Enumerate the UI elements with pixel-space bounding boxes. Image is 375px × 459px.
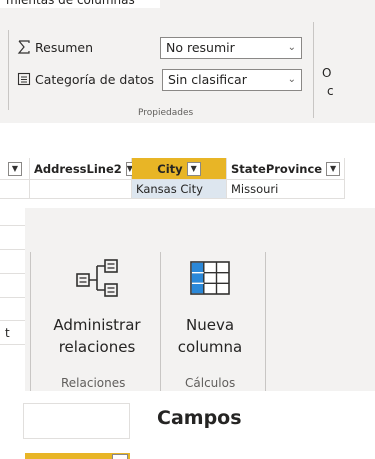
new-column-label: Nueva bbox=[185, 316, 235, 334]
chevron-down-icon: ⌄ bbox=[287, 42, 296, 53]
ribbon-divider bbox=[265, 252, 266, 392]
table-cell-cut-text: t bbox=[5, 326, 10, 340]
manage-relationships-button[interactable]: Administrar relaciones bbox=[39, 256, 155, 358]
checkbox[interactable] bbox=[112, 454, 128, 459]
fields-pane-title: Campos bbox=[157, 407, 242, 429]
summary-row: Resumen bbox=[16, 36, 93, 58]
new-column-button[interactable]: Nueva columna bbox=[165, 256, 255, 358]
calculations-group-label: Cálculos bbox=[185, 376, 236, 390]
column-header-label: AddressLine2 bbox=[34, 161, 122, 176]
sigma-icon bbox=[16, 39, 32, 55]
column-header-stateprovince[interactable]: StateProvince ▼ bbox=[227, 158, 345, 180]
column-header-prev[interactable]: ▼ bbox=[0, 158, 30, 180]
summary-value: No resumir bbox=[166, 40, 235, 55]
data-category-row: Categoría de datos bbox=[16, 68, 154, 90]
table-cell-city[interactable]: Kansas City bbox=[132, 180, 227, 199]
column-header-city[interactable]: City ▼ bbox=[132, 158, 227, 180]
ribbon-tab-strip: mientas de columnas bbox=[0, 0, 375, 8]
data-category-icon bbox=[16, 71, 32, 87]
relations-group-label: Relaciones bbox=[61, 376, 126, 390]
ribbon-divider bbox=[30, 252, 31, 392]
chevron-down-icon[interactable]: ▼ bbox=[326, 161, 341, 176]
chevron-down-icon: ⌄ bbox=[287, 74, 296, 85]
manage-relationships-icon bbox=[39, 256, 155, 302]
data-category-label: Categoría de datos bbox=[35, 71, 155, 87]
table-cell[interactable] bbox=[30, 180, 132, 199]
chevron-down-icon[interactable]: ▼ bbox=[186, 161, 201, 176]
new-column-label: columna bbox=[177, 338, 243, 356]
column-header-addressline2[interactable]: AddressLine2 ▼ bbox=[30, 158, 134, 180]
summary-label: Resumen bbox=[35, 39, 94, 55]
data-category-select[interactable]: Sin clasificar ⌄ bbox=[162, 69, 302, 91]
fields-pane: Campos bbox=[23, 391, 375, 459]
zoomed-ribbon: Administrar relaciones Relaciones Nueva … bbox=[23, 208, 375, 459]
ribbon-cut-text: c bbox=[327, 84, 334, 98]
properties-group-label: Propiedades bbox=[138, 108, 194, 118]
new-column-icon bbox=[165, 256, 255, 302]
table-cell-state[interactable]: Missouri bbox=[227, 180, 345, 199]
ribbon-divider bbox=[160, 252, 161, 392]
table-cell[interactable] bbox=[0, 180, 30, 199]
column-header-label: City bbox=[157, 161, 183, 176]
manage-relationships-label: relaciones bbox=[58, 338, 136, 356]
tab-column-tools[interactable]: mientas de columnas bbox=[0, 0, 160, 8]
manage-relationships-label: Administrar bbox=[53, 316, 141, 334]
fields-selected-item[interactable] bbox=[25, 453, 130, 459]
ribbon-properties-area: Resumen No resumir ⌄ Categoría de datos … bbox=[0, 8, 375, 123]
summary-select[interactable]: No resumir ⌄ bbox=[160, 37, 302, 59]
ribbon-cut-text: O bbox=[322, 66, 332, 80]
ribbon-divider bbox=[313, 22, 314, 118]
fields-search-input[interactable] bbox=[23, 403, 130, 439]
column-header-label: StateProvince bbox=[231, 161, 323, 176]
ribbon-divider bbox=[8, 30, 9, 110]
data-category-value: Sin clasificar bbox=[168, 72, 247, 87]
chevron-down-icon[interactable]: ▼ bbox=[8, 161, 22, 176]
